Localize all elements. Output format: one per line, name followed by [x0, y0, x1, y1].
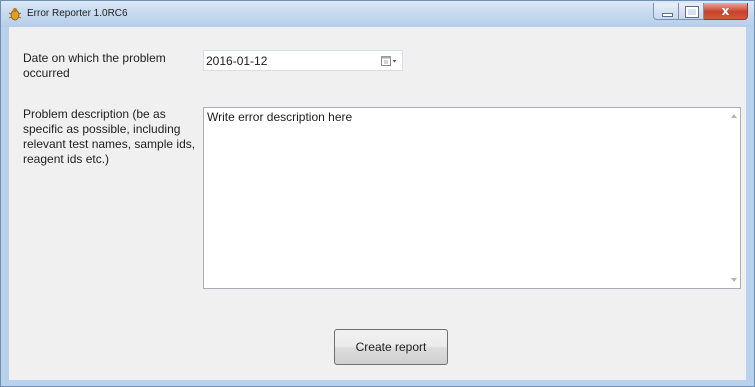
minimize-button[interactable] [653, 3, 679, 20]
scroll-down-arrow-icon[interactable] [731, 278, 737, 282]
description-label: Problem description (be as specific as p… [23, 107, 196, 166]
form-area: Date on which the problem occurred 2016-… [9, 27, 746, 380]
date-value: 2016-01-12 [206, 54, 268, 68]
calendar-dropdown-icon[interactable] [380, 54, 398, 68]
scroll-up-arrow-icon[interactable] [731, 114, 737, 118]
date-label: Date on which the problem occurred [23, 51, 166, 80]
description-textarea[interactable]: Write error description here [203, 107, 741, 289]
create-report-button[interactable]: Create report [334, 329, 448, 365]
title-bar[interactable]: Error Reporter 1.0RC6 x [1, 1, 754, 27]
window-title: Error Reporter 1.0RC6 [27, 8, 128, 19]
maximize-button[interactable] [679, 3, 704, 20]
error-reporter-window: Error Reporter 1.0RC6 x Date on which th… [0, 0, 755, 387]
close-button[interactable]: x [704, 3, 748, 20]
date-picker[interactable]: 2016-01-12 [203, 50, 403, 71]
bug-app-icon [8, 8, 22, 21]
close-icon: x [721, 4, 730, 18]
description-text: Write error description here [207, 110, 353, 124]
caption-buttons: x [653, 3, 748, 21]
